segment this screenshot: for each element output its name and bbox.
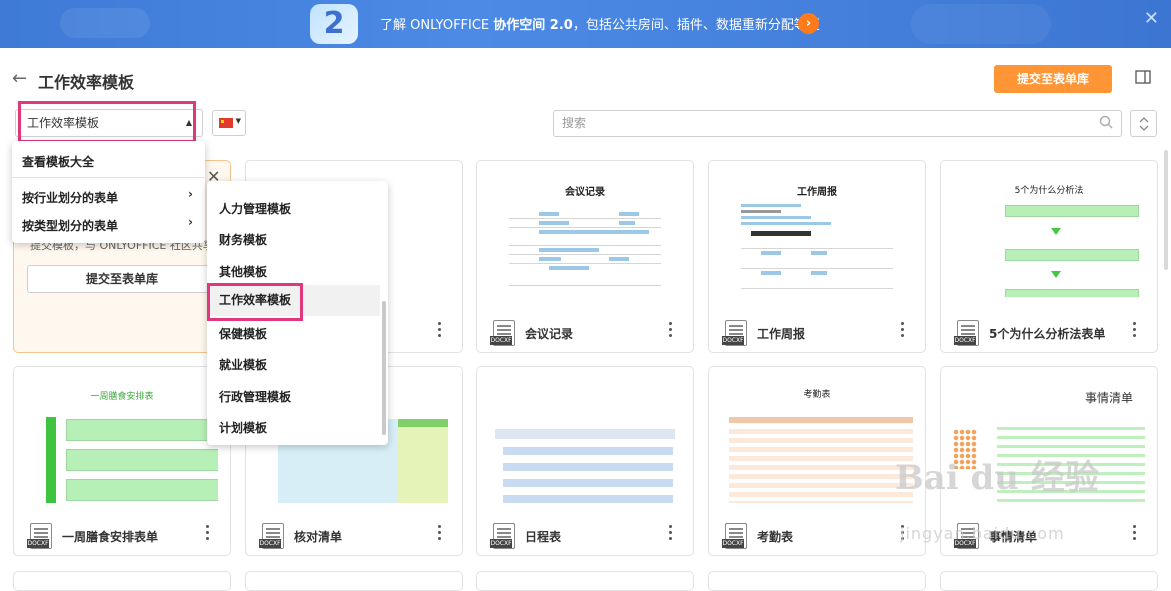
template-thumbnail: 会议记录: [489, 173, 681, 297]
docxf-file-icon: DOCXF: [490, 523, 515, 549]
template-name: 一周膳食安排表单: [62, 530, 159, 544]
template-name: 核对清单: [294, 530, 343, 544]
thumbnail-title: 工作周报: [797, 187, 837, 198]
highlight-box: [18, 101, 196, 143]
docxf-file-icon: DOCXF: [490, 320, 515, 346]
template-thumbnail: 一周膳食安排表: [26, 379, 218, 503]
template-card[interactable]: 会议记录 DOCXF 会议记录: [476, 160, 694, 353]
more-options-icon[interactable]: [1133, 525, 1137, 543]
menu-separator: [12, 177, 205, 178]
template-card[interactable]: 考勤表 DOCXF 考勤表: [708, 366, 926, 556]
card-footer: DOCXF 会议记录: [477, 312, 693, 352]
menu-item-by-type[interactable]: 按类型划分的表单: [22, 217, 118, 234]
template-card[interactable]: [476, 571, 694, 591]
page-scrollbar[interactable]: [1164, 150, 1168, 270]
sort-button[interactable]: [1130, 110, 1157, 137]
template-card[interactable]: [245, 571, 463, 591]
template-name: 考勤表: [757, 530, 794, 544]
more-options-icon[interactable]: [1133, 322, 1137, 340]
template-thumbnail: 5个为什么分析法: [953, 173, 1145, 297]
template-name: 工作周报: [757, 327, 806, 341]
china-flag-icon: [219, 118, 233, 128]
language-select[interactable]: ▼: [212, 110, 246, 136]
banner-text[interactable]: 了解 ONLYOFFICE 协作空间 2.0，包括公共房间、插件、数据重新分配等…: [380, 14, 820, 33]
template-thumbnail: [489, 379, 681, 503]
more-options-icon[interactable]: [206, 525, 210, 543]
promo-submit-button[interactable]: 提交至表单库: [27, 265, 217, 293]
more-options-icon[interactable]: [438, 322, 442, 340]
submenu-scrollbar[interactable]: [382, 301, 386, 435]
docxf-file-icon: DOCXF: [722, 320, 747, 346]
submenu-item[interactable]: 计划模板: [219, 419, 267, 436]
search-icon[interactable]: [1099, 115, 1113, 129]
submenu-item[interactable]: 人力管理模板: [219, 200, 291, 217]
more-options-icon[interactable]: [901, 322, 905, 340]
banner-decoration: [60, 8, 150, 38]
close-icon[interactable]: ✕: [1144, 8, 1159, 29]
watermark-logo: Bai du 经验: [895, 458, 1099, 498]
template-thumbnail: 工作周报: [721, 173, 913, 297]
submenu-item[interactable]: 财务模板: [219, 231, 267, 248]
more-options-icon[interactable]: [669, 322, 673, 340]
docxf-file-icon: DOCXF: [259, 523, 284, 549]
submenu-item[interactable]: 保健模板: [219, 325, 267, 342]
template-card[interactable]: 5个为什么分析法 DOCXF 5个为什么分析法表单: [940, 160, 1158, 353]
chevron-right-icon: ›: [188, 215, 193, 229]
banner-decoration: [911, 4, 1051, 44]
search-input[interactable]: 搜索: [553, 110, 1122, 137]
template-name: 5个为什么分析法表单: [989, 327, 1106, 341]
menu-item-by-industry[interactable]: 按行业划分的表单: [22, 189, 118, 206]
chevron-right-icon: ›: [188, 187, 193, 201]
docxf-file-icon: DOCXF: [722, 523, 747, 549]
banner-badge: 2: [310, 4, 358, 44]
submenu-item[interactable]: 就业模板: [219, 356, 267, 373]
more-options-icon[interactable]: [669, 525, 673, 543]
category-dropdown-menu: 查看模板大全 按行业划分的表单 › 按类型划分的表单 ›: [12, 141, 205, 243]
sort-icon: [1139, 117, 1148, 131]
template-card[interactable]: [940, 571, 1158, 591]
watermark-url: jingyan.baidu.com: [900, 524, 1065, 543]
panel-toggle-icon[interactable]: [1135, 70, 1151, 84]
banner-arrow-icon[interactable]: ›: [798, 13, 819, 34]
menu-item-all-templates[interactable]: 查看模板大全: [22, 153, 94, 170]
thumbnail-title: 考勤表: [803, 390, 831, 400]
thumbnail-title: 一周膳食安排表: [90, 392, 154, 402]
card-footer: DOCXF 核对清单: [246, 515, 462, 555]
thumbnail-title: 5个为什么分析法: [1014, 186, 1084, 196]
template-card[interactable]: DOCXF 日程表: [476, 366, 694, 556]
submenu-item[interactable]: 其他模板: [219, 263, 267, 280]
card-footer: DOCXF 工作周报: [709, 312, 925, 352]
submenu-item[interactable]: 行政管理模板: [219, 388, 291, 405]
card-footer: DOCXF 一周膳食安排表单: [14, 515, 230, 555]
template-card[interactable]: 一周膳食安排表 DOCXF 一周膳食安排表单: [13, 366, 231, 556]
docxf-file-icon: DOCXF: [954, 320, 979, 346]
template-name: 日程表: [525, 530, 562, 544]
card-footer: DOCXF 考勤表: [709, 515, 925, 555]
promo-banner[interactable]: 2 了解 ONLYOFFICE 协作空间 2.0，包括公共房间、插件、数据重新分…: [0, 0, 1171, 48]
search-placeholder: 搜索: [562, 116, 587, 130]
docxf-file-icon: DOCXF: [27, 523, 52, 549]
template-name: 会议记录: [525, 327, 574, 341]
submit-to-gallery-button[interactable]: 提交至表单库: [994, 65, 1112, 93]
template-thumbnail: 考勤表: [721, 379, 913, 503]
highlight-box: [207, 283, 303, 321]
page-title: 工作效率模板: [38, 73, 135, 92]
caret-down-icon: ▼: [235, 117, 241, 125]
thumbnail-title: 事情清单: [1084, 391, 1133, 405]
template-card[interactable]: [708, 571, 926, 591]
card-footer: DOCXF 5个为什么分析法表单: [941, 312, 1157, 352]
thumbnail-title: 会议记录: [565, 187, 605, 198]
template-card[interactable]: 工作周报 DOCXF 工作周报: [708, 160, 926, 353]
back-arrow-icon[interactable]: ←: [12, 68, 27, 89]
card-footer: DOCXF 日程表: [477, 515, 693, 555]
more-options-icon[interactable]: [438, 525, 442, 543]
template-card[interactable]: [13, 571, 231, 591]
